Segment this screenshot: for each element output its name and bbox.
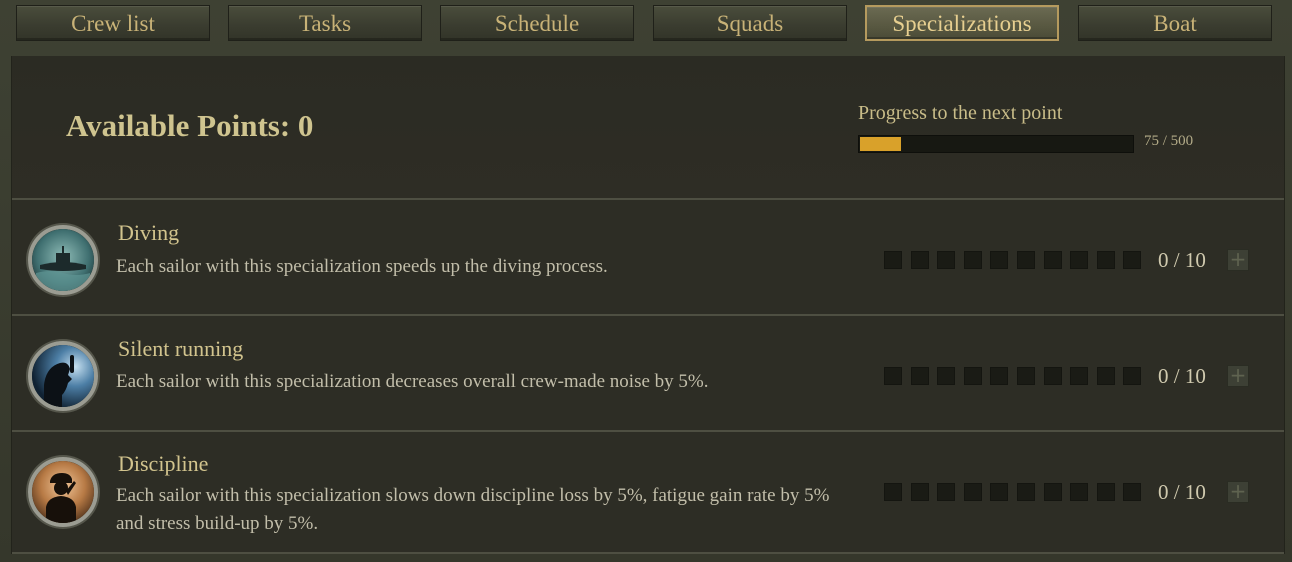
tab-boat[interactable]: Boat bbox=[1078, 5, 1272, 41]
level-pip bbox=[1096, 367, 1115, 385]
spec-desc-diving: Each sailor with this specialization spe… bbox=[116, 256, 608, 277]
spec-desc-discipline: Each sailor with this specialization slo… bbox=[116, 485, 830, 534]
level-pip bbox=[1070, 367, 1089, 385]
level-pip bbox=[937, 367, 956, 385]
level-pip bbox=[1070, 483, 1089, 501]
available-points: Available Points: 0 bbox=[66, 108, 314, 143]
level-pip bbox=[884, 483, 902, 501]
progress-bar bbox=[858, 135, 1134, 153]
level-pip bbox=[910, 367, 929, 385]
silent-running-icon bbox=[28, 341, 98, 411]
specializations-window: Crew list Tasks Schedule Squads Speciali… bbox=[0, 0, 1292, 562]
tab-tasks[interactable]: Tasks bbox=[228, 5, 422, 41]
level-pip bbox=[884, 367, 902, 385]
level-pip bbox=[884, 251, 902, 269]
level-pip bbox=[1070, 251, 1089, 269]
add-point-button-diving[interactable]: + bbox=[1227, 249, 1249, 271]
diving-submarine-icon bbox=[28, 225, 98, 295]
level-pip bbox=[963, 367, 982, 385]
specializations-panel: Available Points: 0 Progress to the next… bbox=[11, 56, 1285, 554]
level-pip bbox=[1017, 367, 1035, 385]
level-pip bbox=[910, 251, 929, 269]
level-pip bbox=[910, 483, 929, 501]
spec-row-diving: Diving Each sailor with this specializat… bbox=[12, 200, 1284, 316]
level-pip bbox=[1123, 483, 1142, 501]
tab-bar: Crew list Tasks Schedule Squads Speciali… bbox=[16, 5, 1278, 43]
level-pip bbox=[1123, 367, 1142, 385]
spec-name-discipline: Discipline bbox=[118, 451, 209, 476]
spec-row-discipline: Discipline Each sailor with this special… bbox=[12, 432, 1284, 554]
progress-fill bbox=[860, 137, 901, 151]
level-pip bbox=[963, 251, 982, 269]
spec-count-discipline: 0 / 10 bbox=[1158, 480, 1206, 504]
tab-schedule[interactable]: Schedule bbox=[440, 5, 634, 41]
level-pip bbox=[1043, 367, 1062, 385]
level-pip bbox=[937, 251, 956, 269]
progress-value: 75 / 500 bbox=[1144, 133, 1194, 149]
spec-count-silent-running: 0 / 10 bbox=[1158, 364, 1206, 388]
spec-count-diving: 0 / 10 bbox=[1158, 248, 1206, 272]
spec-name-silent-running: Silent running bbox=[118, 336, 244, 361]
spec-name-diving: Diving bbox=[118, 220, 180, 245]
level-pips-diving bbox=[884, 251, 1150, 271]
level-pip bbox=[1017, 251, 1035, 269]
level-pip bbox=[990, 251, 1009, 269]
discipline-salute-icon bbox=[28, 457, 98, 527]
points-header: Available Points: 0 Progress to the next… bbox=[12, 56, 1284, 200]
level-pip bbox=[1096, 251, 1115, 269]
level-pip bbox=[1123, 251, 1142, 269]
level-pip bbox=[1096, 483, 1115, 501]
tab-specializations[interactable]: Specializations bbox=[865, 5, 1059, 41]
progress-label: Progress to the next point bbox=[858, 102, 1063, 124]
level-pip bbox=[963, 483, 982, 501]
add-point-button-silent-running[interactable]: + bbox=[1227, 365, 1249, 387]
level-pip bbox=[937, 483, 956, 501]
level-pips-discipline bbox=[884, 483, 1150, 503]
tab-crew-list[interactable]: Crew list bbox=[16, 5, 210, 41]
tab-squads[interactable]: Squads bbox=[653, 5, 847, 41]
level-pip bbox=[1043, 483, 1062, 501]
spec-desc-silent-running: Each sailor with this specialization dec… bbox=[116, 371, 709, 392]
level-pip bbox=[990, 483, 1009, 501]
spec-row-silent-running: Silent running Each sailor with this spe… bbox=[12, 316, 1284, 432]
level-pip bbox=[1043, 251, 1062, 269]
level-pip bbox=[990, 367, 1009, 385]
level-pips-silent-running bbox=[884, 367, 1150, 387]
add-point-button-discipline[interactable]: + bbox=[1227, 481, 1249, 503]
level-pip bbox=[1017, 483, 1035, 501]
